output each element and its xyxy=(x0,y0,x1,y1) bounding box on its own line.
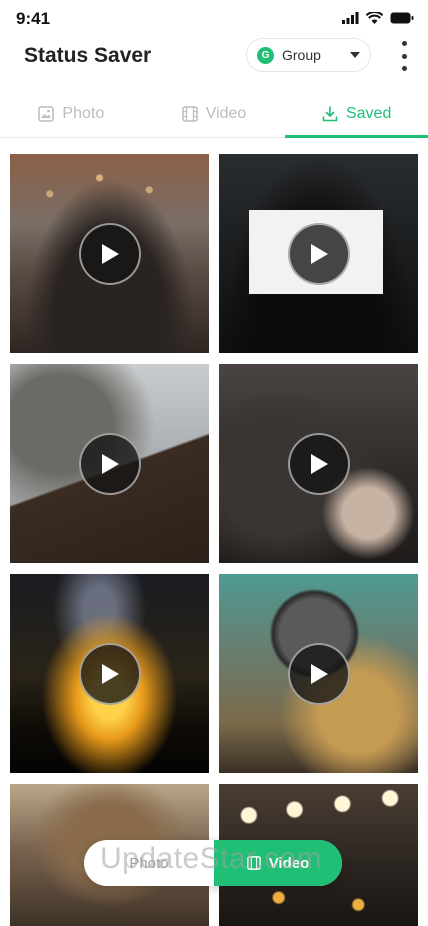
film-icon xyxy=(181,105,198,122)
play-icon xyxy=(101,243,119,264)
play-button[interactable] xyxy=(287,642,350,705)
play-icon xyxy=(101,663,119,684)
tab-photo[interactable]: Photo xyxy=(0,90,143,137)
play-button[interactable] xyxy=(287,222,350,285)
film-icon xyxy=(246,856,261,870)
tab-saved[interactable]: Saved xyxy=(285,90,428,138)
tab-saved-label: Saved xyxy=(345,104,392,122)
image-icon xyxy=(38,105,55,122)
toggle-photo-option[interactable]: Photo xyxy=(84,840,214,886)
video-thumbnail[interactable] xyxy=(10,154,209,353)
toggle-video-option[interactable]: Video xyxy=(214,840,342,886)
play-button[interactable] xyxy=(287,432,350,495)
more-options-button[interactable] xyxy=(394,41,414,71)
video-thumbnail[interactable] xyxy=(219,574,418,773)
video-thumbnail[interactable] xyxy=(219,364,418,563)
video-thumbnail[interactable] xyxy=(10,364,209,563)
play-icon xyxy=(101,453,119,474)
video-thumbnail[interactable] xyxy=(10,574,209,773)
toggle-photo-label: Photo xyxy=(129,854,169,872)
group-label: Group xyxy=(282,47,321,63)
download-icon xyxy=(322,105,338,121)
more-dot-icon xyxy=(401,53,407,59)
play-button[interactable] xyxy=(78,642,141,705)
play-button[interactable] xyxy=(78,432,141,495)
media-type-toggle: Photo Video xyxy=(84,840,342,886)
tab-video[interactable]: Video xyxy=(143,90,286,137)
app-header: Status Saver G Group xyxy=(0,38,428,90)
dropdown-caret-icon xyxy=(350,51,360,58)
status-bar: 9:41 xyxy=(0,0,428,38)
group-dropdown[interactable]: G Group xyxy=(246,38,371,72)
status-icons xyxy=(342,12,414,24)
group-badge: G xyxy=(257,46,274,64)
battery-icon xyxy=(390,12,414,24)
video-thumbnail[interactable] xyxy=(219,154,418,353)
app-title: Status Saver xyxy=(24,44,152,67)
tab-bar: Photo Video Saved xyxy=(0,90,428,138)
signal-icon xyxy=(342,12,359,24)
status-time: 9:41 xyxy=(16,9,51,28)
tab-video-label: Video xyxy=(205,104,247,122)
play-icon xyxy=(310,243,328,264)
more-dot-icon xyxy=(401,66,407,71)
wifi-icon xyxy=(366,12,383,24)
toggle-video-label: Video xyxy=(268,854,310,872)
more-dot-icon xyxy=(401,41,407,46)
play-button[interactable] xyxy=(78,222,141,285)
tab-photo-label: Photo xyxy=(62,104,105,122)
play-icon xyxy=(310,663,328,684)
play-icon xyxy=(310,453,328,474)
